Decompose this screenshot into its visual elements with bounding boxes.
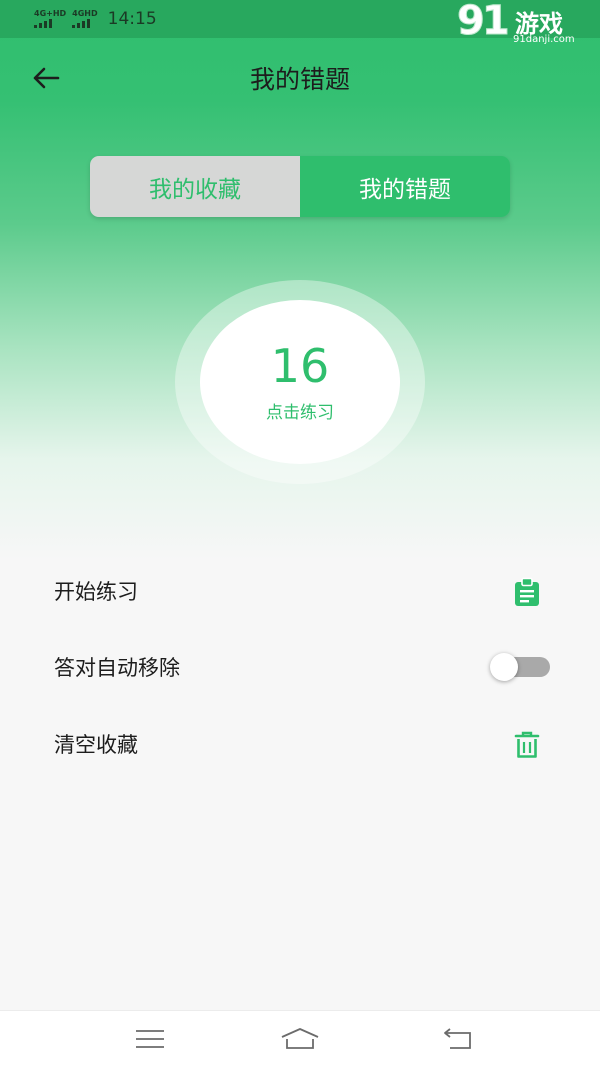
tab-wrong-questions[interactable]: 我的错题 [300,156,510,217]
network-type-1: 4G+HD [34,9,67,18]
trash-icon [510,728,544,762]
watermark-number: 91 [457,0,511,45]
signal-bars-icon [72,19,97,28]
back-icon[interactable] [438,1025,478,1053]
practice-label: 点击练习 [266,402,334,423]
menu-item-auto-remove: 答对自动移除 [0,637,600,697]
menu-item-label: 开始练习 [54,580,138,604]
menu-item-label: 答对自动移除 [54,656,180,680]
status-time: 14:15 [107,9,157,29]
system-navigation-bar [0,1010,600,1067]
signal-bars-icon [34,19,66,28]
segmented-control: 我的收藏 我的错题 [90,156,510,217]
menu-icon[interactable] [130,1025,170,1053]
home-icon[interactable] [280,1025,320,1053]
toggle-knob [490,653,518,681]
clipboard-icon [510,575,544,609]
question-count: 16 [270,339,330,394]
tab-favorites[interactable]: 我的收藏 [90,156,300,217]
auto-remove-toggle[interactable] [490,653,552,681]
practice-circle-button[interactable]: 16 点击练习 [200,300,400,464]
menu-item-clear-favorites[interactable]: 清空收藏 [0,714,600,774]
menu-item-label: 清空收藏 [54,733,138,757]
signal-indicator-2: 4GHD [72,9,98,28]
signal-indicator-1: 4G+HD [34,10,66,28]
network-type-2: 4GHD [72,9,98,18]
navigation-bar: 我的错题 [0,40,600,116]
menu-item-start-practice[interactable]: 开始练习 [0,561,600,621]
page-title: 我的错题 [249,65,350,94]
